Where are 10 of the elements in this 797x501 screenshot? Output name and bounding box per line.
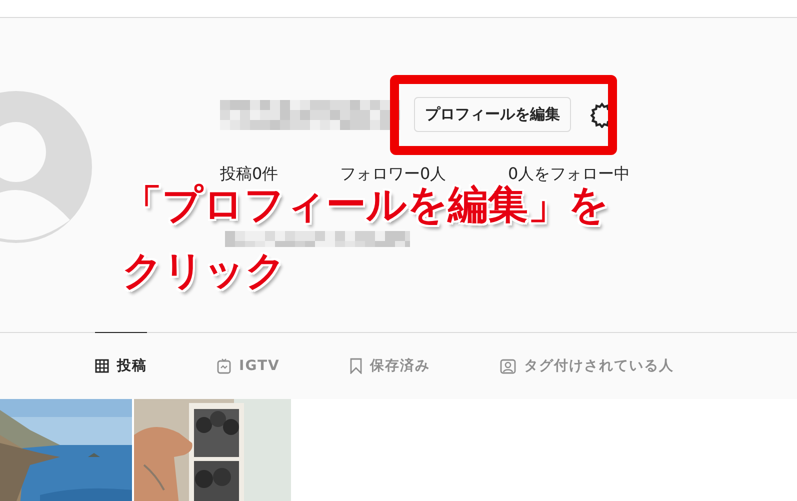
- bookmark-icon: [350, 358, 362, 374]
- stat-count[interactable]: フォロワー0人: [340, 164, 508, 185]
- edit-profile-button[interactable]: プロフィールを編集: [414, 97, 571, 132]
- person-tag-icon: [500, 358, 516, 374]
- stat-count[interactable]: 0人をフォロー中: [508, 164, 630, 185]
- grid-icon: [95, 359, 109, 373]
- annotation-text: 「プロフィールを編集」を: [122, 182, 609, 228]
- annotation-text: クリック: [122, 248, 286, 294]
- stat-count[interactable]: 投稿0件: [220, 164, 340, 185]
- tv-icon: [217, 358, 231, 374]
